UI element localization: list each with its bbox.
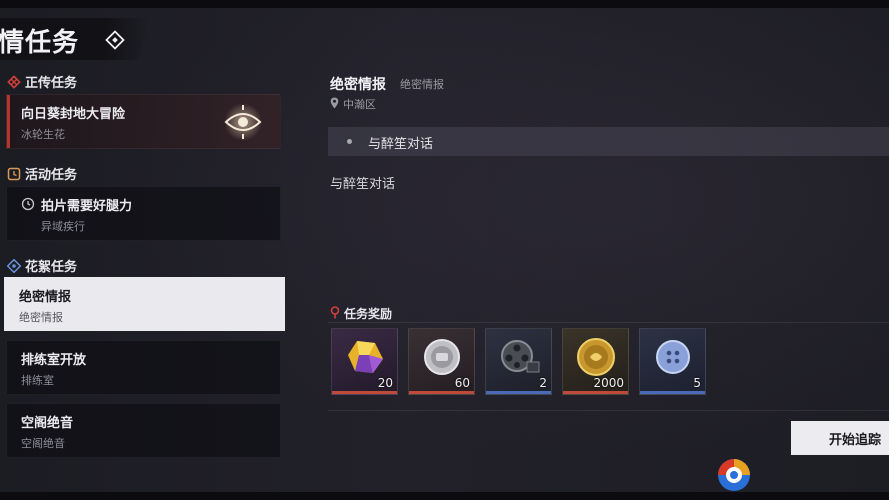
detail-location: 中瀚区 — [330, 96, 376, 112]
location-label: 中瀚区 — [343, 98, 376, 111]
reward-item-gold-coin[interactable]: 2000 — [562, 328, 629, 395]
diamond-target-icon[interactable] — [104, 29, 126, 51]
rarity-strip — [409, 391, 474, 394]
rarity-strip — [332, 391, 397, 394]
reward-item-button-token[interactable]: 5 — [639, 328, 706, 395]
detail-title: 绝密情报 — [330, 77, 386, 93]
event-quest-icon — [7, 167, 21, 181]
quest-subtitle: 空阁绝音 — [21, 437, 65, 450]
reward-pin-icon — [330, 305, 340, 322]
watermark-logo — [714, 456, 758, 498]
reward-count: 2 — [539, 376, 547, 390]
quest-item-0[interactable]: 向日葵封地大冒险 冰轮生花 — [6, 94, 281, 149]
rarity-strip — [563, 391, 628, 394]
quest-subtitle: 冰轮生花 — [21, 128, 65, 141]
quest-title: 向日葵封地大冒险 — [21, 107, 126, 122]
location-pin-icon — [330, 97, 339, 112]
reward-count: 20 — [377, 376, 393, 390]
category-label: 花絮任务 — [25, 260, 78, 275]
category-label: 正传任务 — [25, 76, 78, 91]
category-event-quest: 活动任务 — [7, 164, 77, 183]
reward-count: 60 — [454, 376, 470, 390]
rarity-strip — [486, 391, 551, 394]
rewards-header: 任务奖励 — [330, 305, 392, 322]
bullet-icon — [347, 139, 352, 144]
quest-title: 空阁绝音 — [21, 416, 74, 431]
detail-subtitle: 绝密情报 — [400, 78, 444, 91]
quest-title: 绝密情报 — [19, 290, 72, 305]
film-reel-icon — [497, 336, 541, 382]
detail-description: 与醉笙对话 — [330, 177, 396, 192]
quest-subtitle: 排练室 — [21, 374, 54, 387]
quest-item-1[interactable]: 拍片需要好腿力 异域疾行 — [6, 186, 281, 241]
quest-subtitle: 异域疾行 — [41, 220, 85, 233]
quest-item-4[interactable]: 空阁绝音 空阁绝音 — [6, 403, 281, 458]
quest-title: 排练室开放 — [21, 353, 87, 368]
reward-item-silver-coin[interactable]: 60 — [408, 328, 475, 395]
quest-subtitle: 绝密情报 — [19, 311, 63, 324]
objective-text: 与醉笙对话 — [368, 137, 434, 152]
silver-coin-icon — [421, 336, 463, 382]
button-token-icon — [653, 337, 693, 381]
category-label: 活动任务 — [25, 168, 78, 183]
footer-divider — [328, 410, 889, 411]
top-border — [0, 0, 889, 8]
clock-icon — [21, 196, 35, 215]
page-title: 情任务 — [0, 28, 80, 58]
main-quest-icon — [7, 74, 21, 89]
objective-row: 与醉笙对话 — [328, 127, 889, 156]
rewards-divider — [328, 322, 889, 323]
quest-item-3[interactable]: 排练室开放 排练室 — [6, 340, 281, 395]
category-side-quest: 花絮任务 — [7, 256, 77, 275]
reward-count: 5 — [693, 376, 701, 390]
rewards-title: 任务奖励 — [344, 307, 393, 321]
quest-accent-bar — [7, 95, 10, 148]
reward-item-film-reel[interactable]: 2 — [485, 328, 552, 395]
rarity-strip — [640, 391, 705, 394]
reward-count: 2000 — [593, 376, 624, 390]
category-main-quest: 正传任务 — [7, 72, 77, 91]
tracking-eye-icon — [220, 102, 266, 146]
start-tracking-button[interactable]: 开始追踪 — [791, 421, 889, 455]
reward-item-crystal[interactable]: 20 — [331, 328, 398, 395]
side-quest-icon — [7, 258, 21, 273]
quest-title: 拍片需要好腿力 — [41, 199, 133, 214]
quest-item-2-selected[interactable]: 绝密情报 绝密情报 — [4, 277, 285, 331]
